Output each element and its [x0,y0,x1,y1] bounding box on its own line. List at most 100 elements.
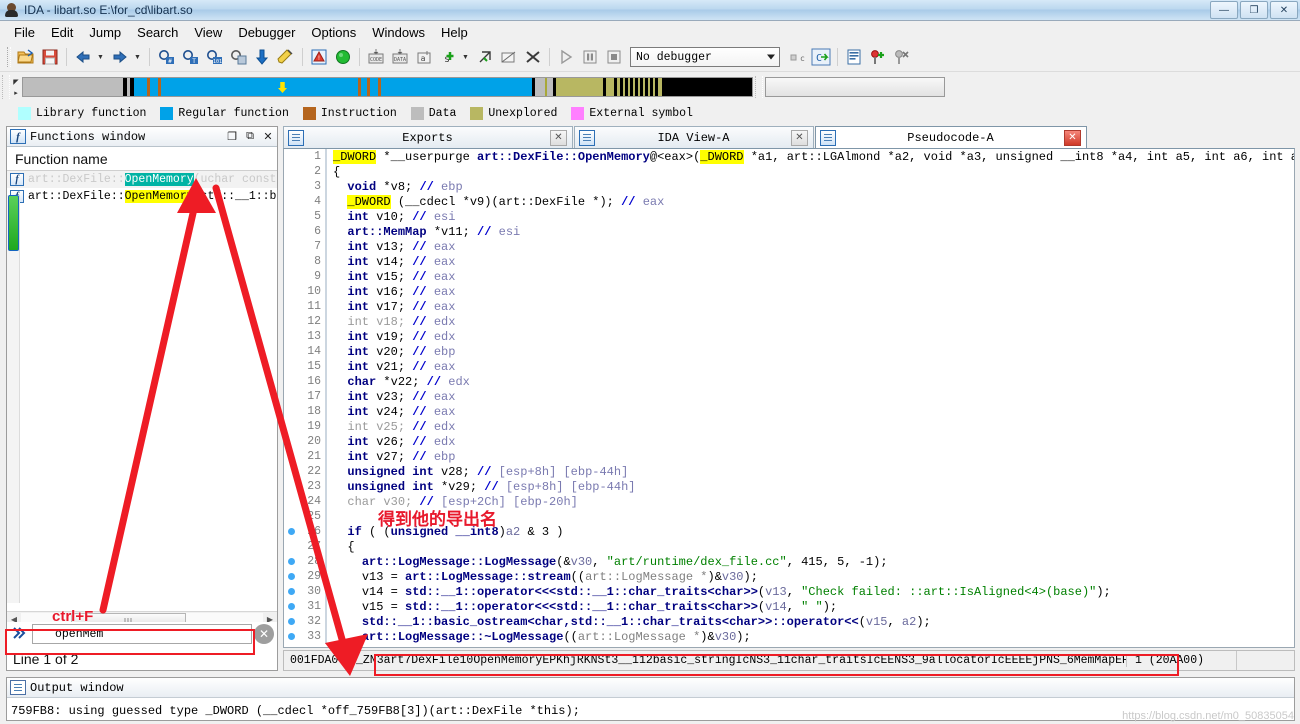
search-binary-icon[interactable]: # [155,46,177,68]
menu-view[interactable]: View [186,23,230,42]
pseudocode-line[interactable]: 13 int v19; // edx [284,329,1294,344]
pseudocode-line[interactable]: 32 std::__1::basic_ostream<char,std::__1… [284,614,1294,629]
tab-ida-view-a[interactable]: IDA View-A ✕ [574,126,814,148]
jump-down-icon[interactable] [251,46,273,68]
search-next-icon[interactable] [227,46,249,68]
open-file-icon[interactable] [15,46,37,68]
pseudocode-line[interactable]: 18 int v24; // eax [284,404,1294,419]
run-icon[interactable] [555,46,577,68]
close-icon[interactable]: ✕ [791,129,808,146]
pseudocode-line[interactable]: 5 int v10; // esi [284,209,1294,224]
menu-windows[interactable]: Windows [364,23,433,42]
search-text-icon[interactable]: T [179,46,201,68]
highlight-icon[interactable] [275,46,297,68]
pseudocode-line[interactable]: 31 v15 = std::__1::operator<<<std::__1::… [284,599,1294,614]
breakpoint-marker-icon[interactable] [284,615,298,629]
green-circle-icon[interactable] [332,46,354,68]
warning-icon[interactable]: ! [308,46,330,68]
functions-vertical-scrollbar[interactable] [7,195,20,603]
pseudocode-line[interactable]: 27 { [284,539,1294,554]
minimize-button[interactable]: — [1210,1,1238,19]
pseudocode-line[interactable]: 14 int v20; // ebp [284,344,1294,359]
pseudocode-line[interactable]: 17 int v23; // eax [284,389,1294,404]
pseudocode-line[interactable]: 3 void *v8; // ebp [284,179,1294,194]
pseudocode-line[interactable]: 10 int v16; // eax [284,284,1294,299]
decompile-icon[interactable]: C [810,46,832,68]
debugger-options-icon[interactable]: c [786,46,808,68]
pseudocode-line[interactable]: 6 art::MemMap *v11; // esi [284,224,1294,239]
pseudocode-line[interactable]: 7 int v13; // eax [284,239,1294,254]
navigator-band[interactable] [22,77,753,97]
create-function-icon[interactable] [498,46,520,68]
pseudocode-line[interactable]: 9 int v15; // eax [284,269,1294,284]
undefine-icon[interactable] [474,46,496,68]
pseudocode-line[interactable]: 4 _DWORD (__cdecl *v9)(art::DexFile *); … [284,194,1294,209]
back-arrow-icon[interactable] [72,46,94,68]
back-dropdown-icon[interactable]: ▼ [96,46,107,68]
make-string-icon[interactable]: s [437,46,459,68]
debugger-selector[interactable]: No debugger [630,47,780,67]
pseudocode-line[interactable]: 12 int v18; // edx [284,314,1294,329]
pseudocode-line[interactable]: 16 char *v22; // edx [284,374,1294,389]
stop-icon[interactable] [603,46,625,68]
pseudocode-line[interactable]: 2{ [284,164,1294,179]
structures-icon[interactable] [843,46,865,68]
function-list-item[interactable]: fart::DexFile::OpenMemory(std::__1::bas·… [7,188,277,205]
add-breakpoint-icon[interactable] [867,46,889,68]
menu-jump[interactable]: Jump [81,23,129,42]
clear-circle-icon[interactable]: ✕ [254,624,274,644]
search-immediate-icon[interactable]: 101 [203,46,225,68]
navigator-secondary-band[interactable] [765,77,945,97]
pseudocode-line[interactable]: 19 int v25; // edx [284,419,1294,434]
forward-arrow-icon[interactable] [109,46,131,68]
save-icon[interactable] [39,46,61,68]
pseudocode-line[interactable]: 15 int v21; // eax [284,359,1294,374]
toolbar-grip[interactable] [7,47,11,67]
pseudocode-line[interactable]: 29 v13 = art::LogMessage::stream((art::L… [284,569,1294,584]
menu-file[interactable]: File [6,23,43,42]
make-code-icon[interactable]: CODE [365,46,387,68]
output-window-body[interactable]: 759FB8: using guessed type _DWORD (__cde… [7,698,1294,720]
pseudocode-line[interactable]: 8 int v14; // eax [284,254,1294,269]
make-array-icon[interactable]: a [413,46,435,68]
maximize-button[interactable]: ❐ [1240,1,1268,19]
close-icon[interactable]: ✕ [550,129,567,146]
pseudocode-line[interactable]: 28 art::LogMessage::LogMessage(&v30, "ar… [284,554,1294,569]
scrollbar-thumb[interactable] [8,195,19,251]
pseudocode-line[interactable]: 33 art::LogMessage::~LogMessage((art::Lo… [284,629,1294,644]
forward-dropdown-icon[interactable]: ▼ [133,46,144,68]
pseudocode-line[interactable]: 23 unsigned int *v29; // [esp+8h] [ebp-4… [284,479,1294,494]
functions-close-button[interactable]: ✕ [259,129,277,145]
pseudocode-line[interactable]: 21 int v27; // ebp [284,449,1294,464]
navigator-grip[interactable] [2,75,10,99]
pseudocode-line[interactable]: 30 v14 = std::__1::operator<<<std::__1::… [284,584,1294,599]
navigator-zoom-controls[interactable]: ◤ ▸ [10,76,22,98]
pseudocode-line[interactable]: 11 int v17; // eax [284,299,1294,314]
delete-icon[interactable] [522,46,544,68]
menu-options[interactable]: Options [303,23,364,42]
filter-icon[interactable] [10,624,30,644]
functions-list[interactable]: f art::DexFile::OpenMemory(uchar const*,·… [7,171,277,603]
functions-maximize-button[interactable]: ⧉ [241,129,259,145]
function-name-column-header[interactable]: Function name [7,147,277,171]
menu-debugger[interactable]: Debugger [230,23,303,42]
breakpoint-marker-icon[interactable] [284,630,298,644]
make-string-dropdown-icon[interactable]: ▼ [461,46,472,68]
close-icon[interactable]: ✕ [1064,129,1081,146]
pseudocode-line[interactable]: 22 unsigned int v28; // [esp+8h] [ebp-44… [284,464,1294,479]
breakpoint-marker-icon[interactable] [284,600,298,614]
pseudocode-view[interactable]: 1 _DWORD *__userpurge art::DexFile::OpenM… [283,148,1295,648]
breakpoint-marker-icon[interactable] [284,555,298,569]
close-button[interactable]: ✕ [1270,1,1298,19]
remove-breakpoint-icon[interactable] [891,46,913,68]
menu-edit[interactable]: Edit [43,23,81,42]
tab-pseudocode-a[interactable]: Pseudocode-A ✕ [815,126,1087,148]
menu-help[interactable]: Help [433,23,476,42]
breakpoint-marker-icon[interactable] [284,585,298,599]
breakpoint-marker-icon[interactable] [284,525,298,539]
pause-icon[interactable] [579,46,601,68]
make-data-icon[interactable]: DATA [389,46,411,68]
pseudocode-line[interactable]: 20 int v26; // edx [284,434,1294,449]
tab-exports[interactable]: Exports ✕ [283,126,573,148]
function-list-item[interactable]: f art::DexFile::OpenMemory(uchar const*,·… [7,171,277,188]
